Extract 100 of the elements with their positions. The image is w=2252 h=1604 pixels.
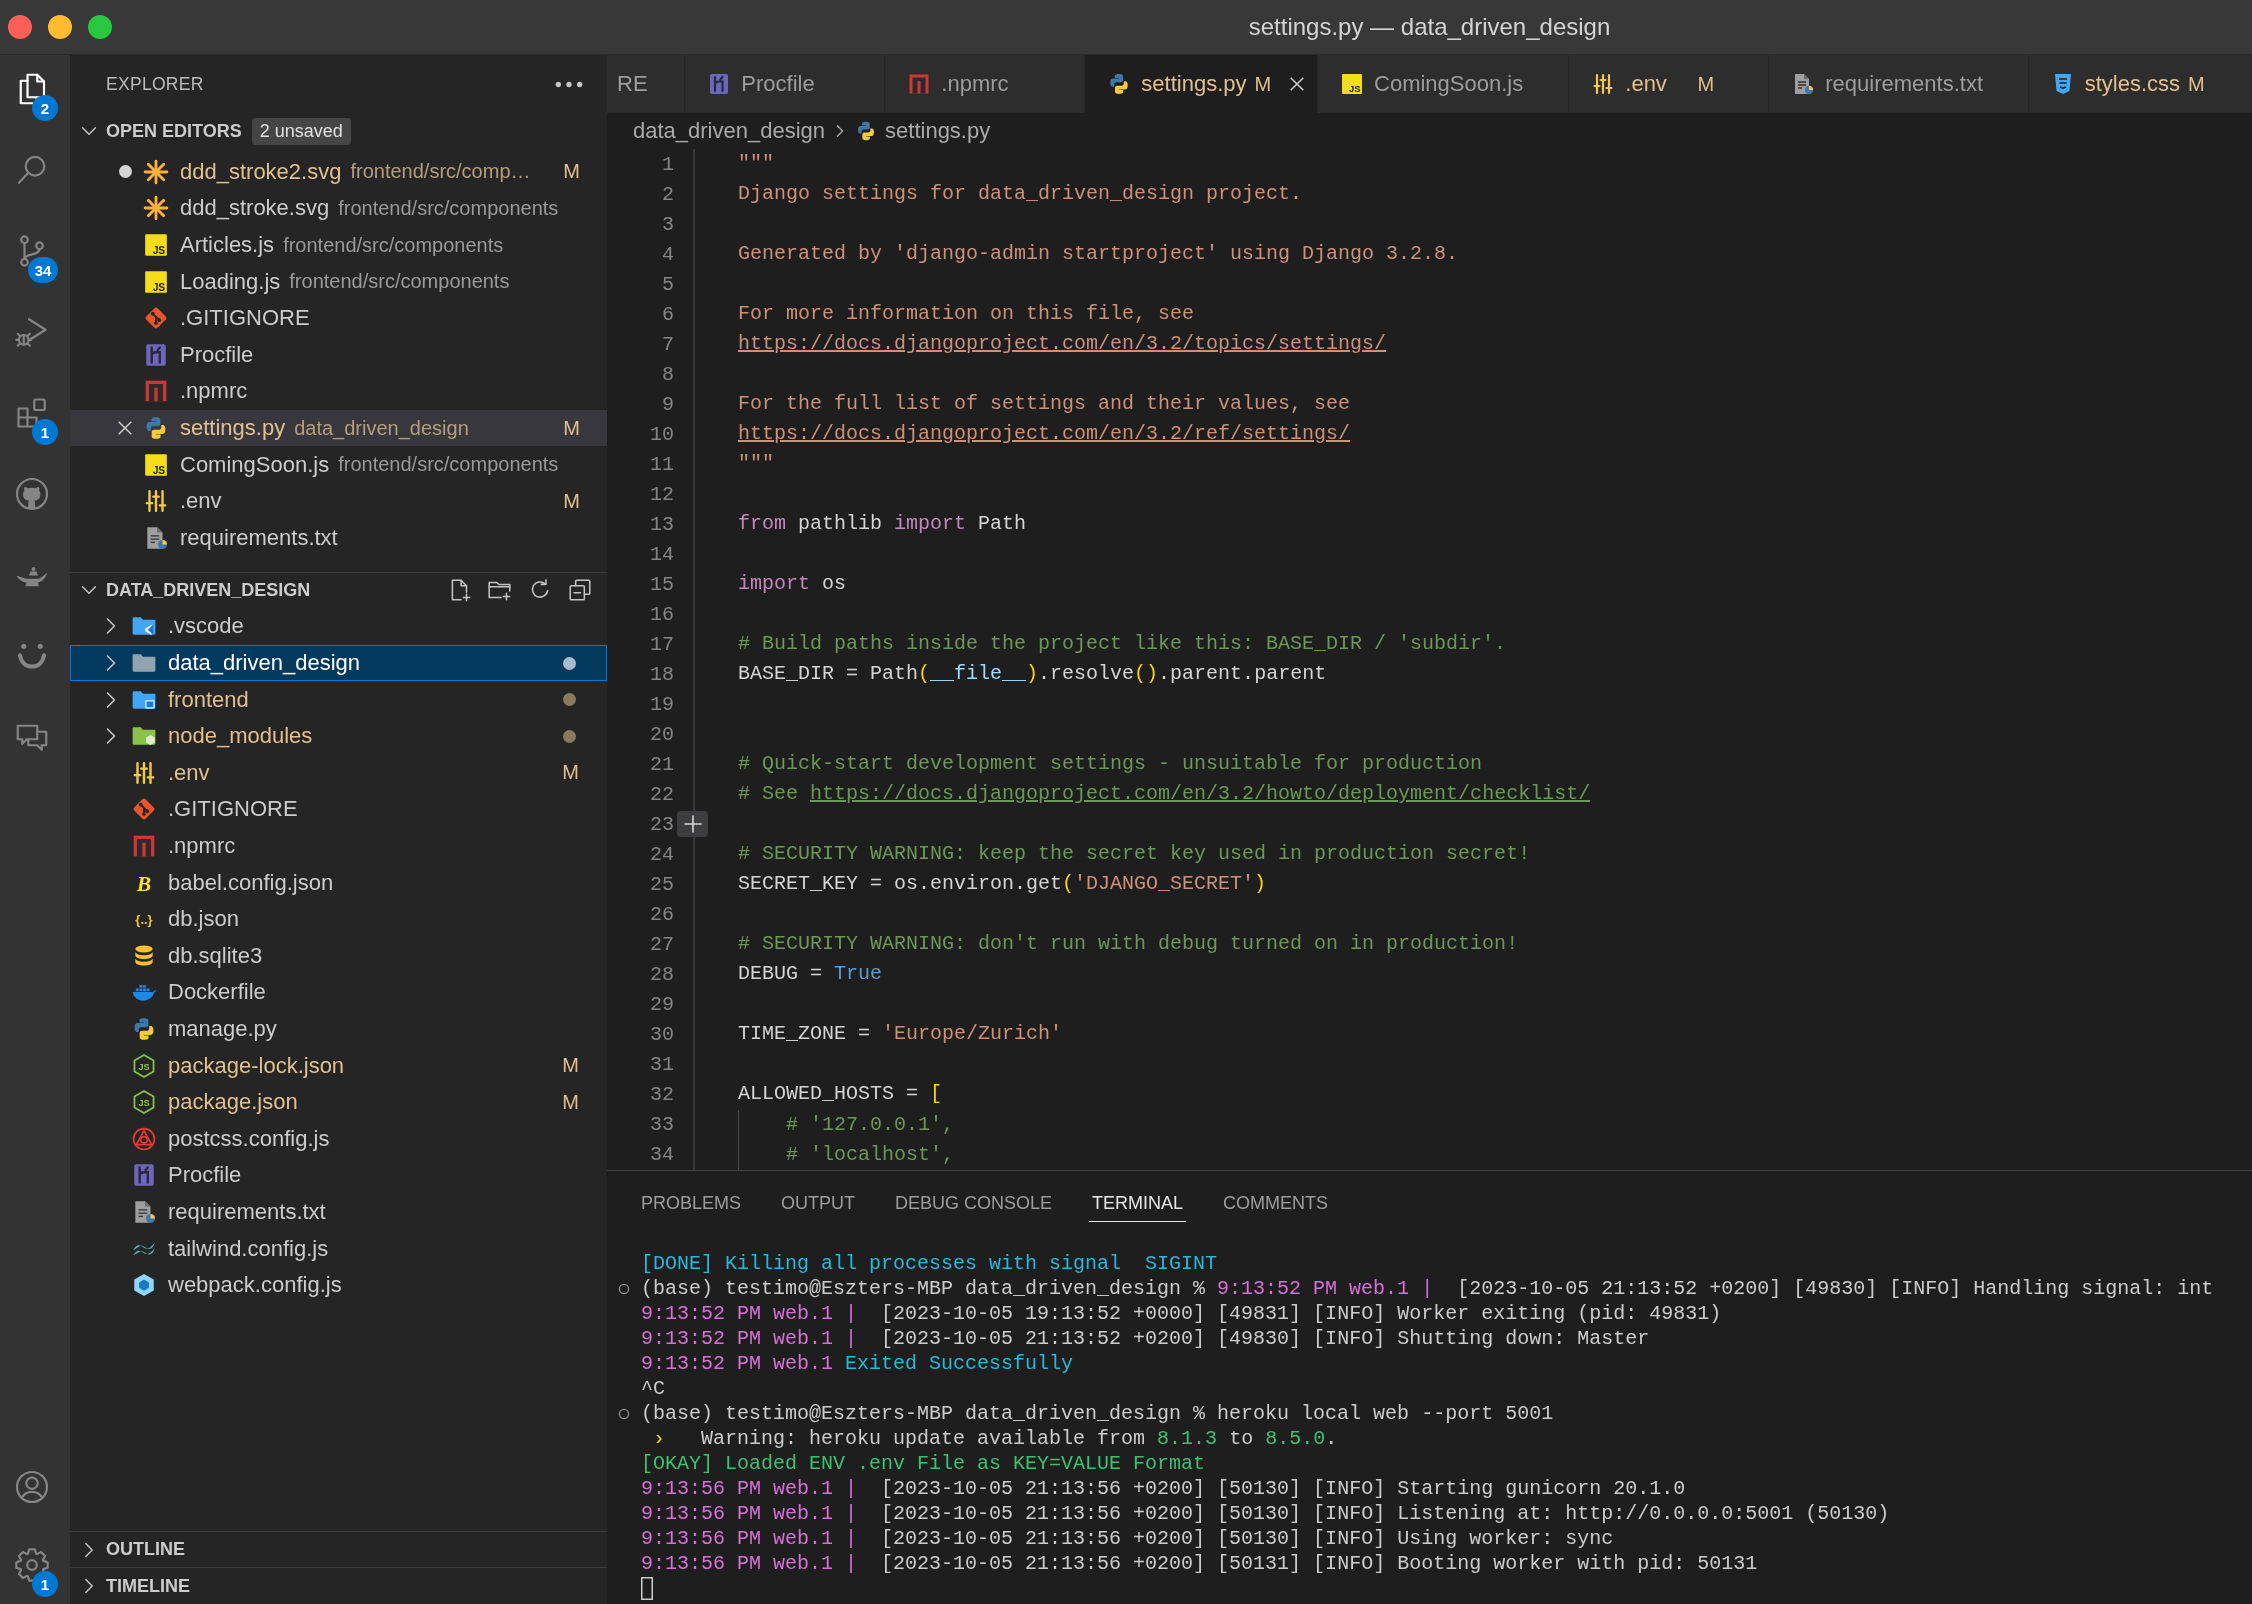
open-editor-item[interactable]: ddd_stroke2.svg frontend/src/comp… M xyxy=(70,153,607,191)
open-editor-item[interactable]: JS ComingSoon.js frontend/src/components xyxy=(70,446,607,483)
line-number: 16 xyxy=(650,602,674,626)
file-tree-item[interactable]: {..} db.json xyxy=(70,900,607,938)
line-number: 31 xyxy=(650,1052,674,1076)
open-editor-item[interactable]: JS Articles.js frontend/src/components xyxy=(70,226,607,264)
file-tree-item[interactable]: .env M xyxy=(70,754,607,792)
code-text: # See xyxy=(738,782,799,806)
file-path: frontend/src/components xyxy=(338,453,559,477)
line-number: 3 xyxy=(662,212,674,236)
code-line: # SECURITY WARNING: keep the secret key used in production secret! xyxy=(738,841,1531,868)
file-tree-item[interactable]: B babel.config.json xyxy=(70,864,607,901)
editor-tab[interactable]: .env M xyxy=(1569,55,1770,113)
add-comment-button[interactable] xyxy=(677,811,708,838)
file-tree-item[interactable]: JS package.json M xyxy=(70,1083,607,1121)
code-line: """ xyxy=(738,451,774,478)
file-tree-item[interactable]: frontend xyxy=(70,681,607,718)
line-number: 25 xyxy=(650,872,674,896)
panel-tab[interactable]: TERMINAL xyxy=(1089,1185,1187,1222)
editor-tab[interactable]: styles.css M xyxy=(2028,55,2252,113)
breadcrumb[interactable]: settings.py xyxy=(855,118,991,144)
line-number: 34 xyxy=(650,1143,674,1166)
terminal-line: ^C xyxy=(641,1376,665,1401)
js-file-icon: JS xyxy=(1340,72,1365,96)
zoom-window-button[interactable] xyxy=(88,15,112,39)
file-tree-item[interactable]: data_driven_design xyxy=(70,644,607,682)
panel-tab[interactable]: COMMENTS xyxy=(1220,1185,1332,1222)
code-line: DEBUG = True xyxy=(738,961,883,988)
git-status: M xyxy=(561,761,579,785)
file-tree-item[interactable]: .npmrc xyxy=(70,827,607,865)
section-header[interactable]: OUTLINE xyxy=(70,1530,607,1568)
editor-tab[interactable]: RE xyxy=(607,55,686,113)
file-tree-item[interactable]: postcss.config.js xyxy=(70,1120,607,1158)
github-icon[interactable] xyxy=(14,476,50,512)
open-editor-item[interactable]: .npmrc xyxy=(70,373,607,410)
file-path: frontend/src/components xyxy=(338,197,559,220)
url-link[interactable]: https://docs.djangoproject.com/en/3.2/ref/settings/ xyxy=(738,422,1351,446)
line-number: 14 xyxy=(650,542,674,566)
code-line: BASE_DIR = Path(__file__).resolve().parent.parent xyxy=(738,661,1327,688)
panel-tab[interactable]: DEBUG CONSOLE xyxy=(892,1185,1056,1222)
breadcrumb[interactable]: data_driven_design xyxy=(633,118,826,144)
open-editor-item[interactable]: .env M xyxy=(70,482,607,520)
line-number: 29 xyxy=(650,992,674,1016)
heroku-icon xyxy=(131,1162,157,1189)
file-tree-item[interactable]: db.sqlite3 xyxy=(70,937,607,975)
minimize-window-button[interactable] xyxy=(48,15,72,39)
collapse-all-icon[interactable] xyxy=(567,577,593,604)
section-header[interactable]: DATA_DRIVEN_DESIGN xyxy=(70,571,607,609)
close-window-button[interactable] xyxy=(8,15,32,39)
url-link[interactable]: https://docs.djangoproject.com/en/3.2/howto/deployment/checklist/ xyxy=(810,782,1591,806)
terminal-line: [OKAY] Loaded ENV .env File as KEY=VALUE Format xyxy=(641,1451,1206,1476)
line-number: 30 xyxy=(650,1022,674,1046)
open-editor-item[interactable]: Procfile xyxy=(70,336,607,374)
asterisk-icon xyxy=(143,195,169,222)
heroku-icon xyxy=(143,341,169,368)
line-number: 4 xyxy=(662,242,674,266)
file-path: frontend/src/comp… xyxy=(350,160,531,184)
git-status: M xyxy=(561,1090,579,1114)
window-title: settings.py — data_driven_design xyxy=(1248,13,1611,41)
url-link[interactable]: https://docs.djangoproject.com/en/3.2/topics/settings/ xyxy=(738,332,1387,356)
panel-tab[interactable]: PROBLEMS xyxy=(638,1185,745,1222)
editor-tab[interactable]: requirements.txt xyxy=(1769,55,2029,113)
editor-tab[interactable]: JS ComingSoon.js xyxy=(1318,55,1570,113)
code-line: import os xyxy=(738,571,847,598)
file-tree-item[interactable]: manage.py xyxy=(70,1010,607,1048)
more-icon[interactable] xyxy=(555,80,583,88)
account-icon[interactable] xyxy=(14,1469,50,1505)
file-tree-item[interactable]: tailwind.config.js xyxy=(70,1230,607,1267)
file-tree-item[interactable]: node_modules xyxy=(70,717,607,755)
file-tree-item[interactable]: .GITIGNORE xyxy=(70,791,607,828)
line-number: 15 xyxy=(650,572,674,596)
cube-icon xyxy=(131,1272,157,1299)
terminal-line: 9:13:52 PM web.1 | [2023-10-05 19:13:52 +0000] [49831] [INFO] Worker exiting (pid: 49831) xyxy=(641,1301,1722,1326)
line-number: 12 xyxy=(650,482,674,506)
code-line: # SECURITY WARNING: don't run with debug turned on in production! xyxy=(738,931,1519,958)
code-line: TIME_ZONE = 'Europe/Zurich' xyxy=(738,1021,1063,1048)
open-editor-item[interactable]: requirements.txt xyxy=(70,519,607,557)
open-editor-item[interactable]: .GITIGNORE xyxy=(70,299,607,337)
section-header[interactable]: OPEN EDITORS 2 unsaved xyxy=(70,113,607,150)
panel-tab[interactable]: OUTPUT xyxy=(778,1185,859,1222)
editor-tab[interactable]: .npmrc xyxy=(885,55,1086,113)
editor-tab[interactable]: Procfile xyxy=(685,55,886,113)
git-status: M xyxy=(1697,72,1715,96)
file-tree-item[interactable]: Procfile xyxy=(70,1157,607,1194)
line-number: 26 xyxy=(650,902,674,926)
line-number: 10 xyxy=(650,422,674,446)
file-tree-item[interactable]: JS package-lock.json M xyxy=(70,1047,607,1084)
unsaved-badge: 2 unsaved xyxy=(251,117,351,145)
section-header[interactable]: TIMELINE xyxy=(70,1567,607,1604)
line-number: 6 xyxy=(662,302,674,326)
open-editor-item[interactable]: JS Loading.js frontend/src/components xyxy=(70,263,607,300)
editor-tab[interactable]: settings.py M xyxy=(1085,55,1319,113)
git-status: M xyxy=(561,1054,579,1078)
line-number: 32 xyxy=(650,1083,674,1106)
file-tree-item[interactable]: webpack.config.js xyxy=(70,1266,607,1304)
file-tree-item[interactable]: requirements.txt xyxy=(70,1193,607,1231)
file-tree-item[interactable]: .vscode xyxy=(70,608,607,645)
plus-icon xyxy=(682,814,703,835)
open-editor-item[interactable]: ddd_stroke.svg frontend/src/components xyxy=(70,190,607,227)
file-tree-item[interactable]: Dockerfile xyxy=(70,974,607,1011)
